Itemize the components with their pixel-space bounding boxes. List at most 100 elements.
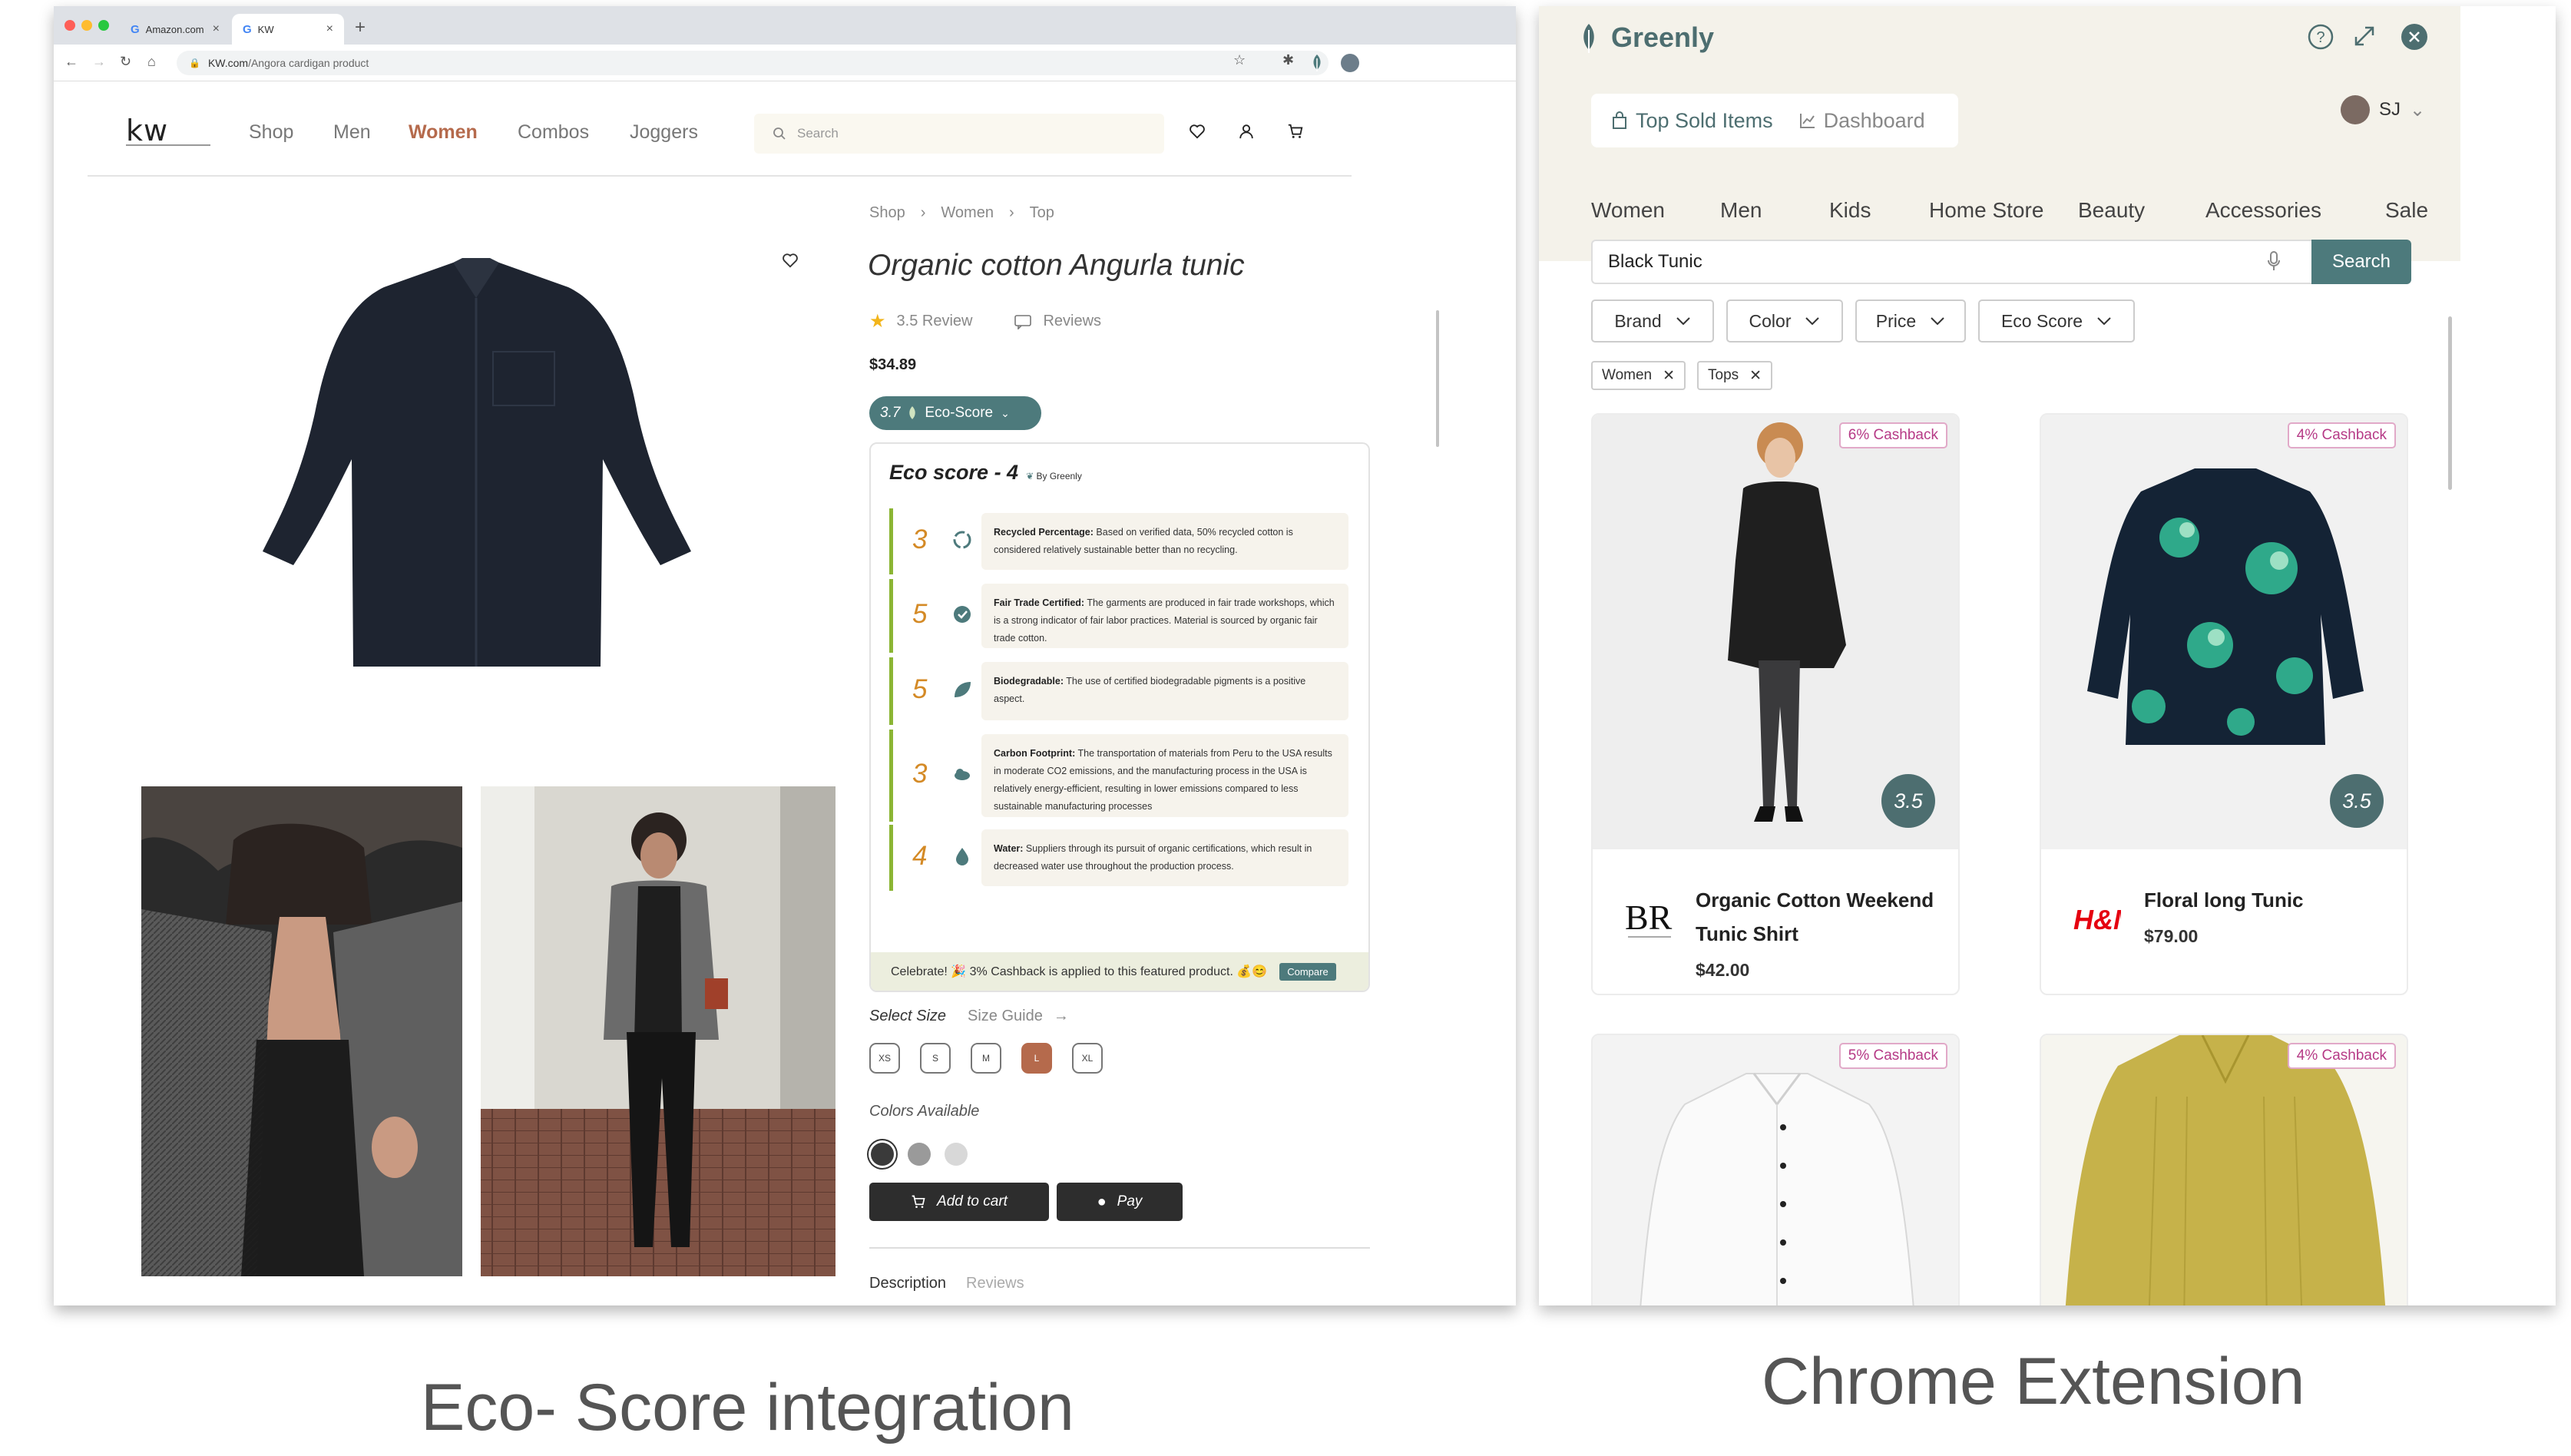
nav-shop[interactable]: Shop	[249, 121, 293, 144]
greenly-brand: Greenly	[1580, 22, 1714, 54]
breadcrumb-women[interactable]: Women	[941, 204, 994, 222]
criterion-title: Recycled Percentage:	[994, 527, 1094, 538]
size-option-m[interactable]: M	[971, 1043, 1001, 1074]
account-user-icon[interactable]	[1238, 123, 1255, 140]
close-icon[interactable]	[2401, 23, 2428, 51]
filter-price[interactable]: Price	[1855, 299, 1966, 342]
eco-score-dropdown[interactable]: 3.7 Eco-Score ⌄	[869, 396, 1041, 430]
color-swatch[interactable]	[945, 1143, 968, 1166]
eco-score-badge[interactable]: 3.5	[1881, 774, 1935, 828]
google-icon: G	[243, 22, 252, 36]
product-card[interactable]: 4% Cashback 3.5 H&M Floral long Tunic $7…	[2040, 413, 2408, 995]
tab-reviews[interactable]: Reviews	[966, 1275, 1024, 1292]
extensions-puzzle-icon[interactable]: ✱	[1282, 52, 1294, 68]
criterion-score: 3	[912, 759, 928, 789]
lifestyle-photo-street[interactable]	[481, 786, 835, 1276]
filter-color[interactable]: Color	[1726, 299, 1843, 342]
nav-joggers[interactable]: Joggers	[630, 121, 698, 144]
site-logo[interactable]: kw	[126, 114, 168, 147]
eco-score-badge[interactable]: 3.5	[2330, 774, 2384, 828]
new-tab-button[interactable]: +	[355, 17, 366, 38]
nav-women[interactable]: Women	[409, 121, 478, 144]
filter-chip[interactable]: Women ✕	[1591, 361, 1686, 390]
product-card[interactable]: 4% Cashback	[2040, 1034, 2408, 1305]
product-card[interactable]: 5% Cashback	[1591, 1034, 1960, 1305]
favorite-heart-icon[interactable]	[782, 252, 799, 269]
microphone-icon[interactable]	[2267, 250, 2281, 272]
product-card[interactable]: 6% Cashback 3.5 BR Organic Cotton Weeken…	[1591, 413, 1960, 995]
extension-search-input[interactable]: Black Tunic	[1591, 240, 2313, 284]
criterion-description: Biodegradable: The use of certified biod…	[981, 662, 1348, 720]
by-greenly-text: By Greenly	[1036, 471, 1082, 481]
tab-top-sold-items[interactable]: Top Sold Items	[1611, 109, 1773, 133]
page-scrollbar[interactable]	[1436, 310, 1439, 447]
product-name[interactable]: Organic Cotton Weekend Tunic Shirt	[1696, 883, 1949, 951]
remove-chip-icon[interactable]: ✕	[1663, 367, 1675, 385]
filter-brand[interactable]: Brand	[1591, 299, 1714, 342]
close-tab-icon[interactable]: ×	[213, 22, 220, 36]
extension-scrollbar[interactable]	[2448, 316, 2452, 490]
profile-avatar[interactable]	[1341, 54, 1359, 72]
greenly-extension-icon[interactable]	[1310, 54, 1324, 72]
category-home-store[interactable]: Home Store	[1929, 198, 2043, 223]
browser-tab-amazon[interactable]: G Amazon.com ×	[120, 14, 230, 45]
lifestyle-photo-closeup[interactable]	[141, 786, 462, 1276]
site-search-input[interactable]: Search	[754, 114, 1164, 154]
remove-chip-icon[interactable]: ✕	[1749, 367, 1762, 385]
compare-button[interactable]: Compare	[1279, 962, 1336, 981]
cart-icon[interactable]	[1287, 123, 1304, 140]
category-accessories[interactable]: Accessories	[2205, 198, 2321, 223]
eco-criterion-row: 3 Carbon Footprint: The transportation of…	[889, 730, 1348, 822]
breadcrumb-shop[interactable]: Shop	[869, 204, 905, 222]
tab-dashboard[interactable]: Dashboard	[1799, 109, 1925, 133]
breadcrumb-top[interactable]: Top	[1030, 204, 1054, 222]
close-window-dot[interactable]	[65, 20, 75, 31]
zoom-window-dot[interactable]	[98, 20, 109, 31]
address-bar-row: ← → ↻ ⌂ 🔒 KW.com/Angora cardigan product…	[54, 45, 1516, 81]
apple-pay-button[interactable]: ● Pay	[1057, 1183, 1183, 1221]
category-kids[interactable]: Kids	[1829, 198, 1871, 223]
user-menu[interactable]: SJ ⌄	[2341, 95, 2425, 124]
product-name[interactable]: Floral long Tunic	[2144, 883, 2397, 917]
browser-tab-kw[interactable]: G KW ×	[232, 14, 344, 45]
size-guide-link[interactable]: Size Guide →	[968, 1008, 1069, 1025]
nav-combos[interactable]: Combos	[518, 121, 589, 144]
forward-arrow-icon[interactable]: →	[92, 54, 106, 70]
score-bar	[889, 579, 893, 653]
category-beauty[interactable]: Beauty	[2078, 198, 2145, 223]
eco-card-heading: Eco score - 4	[889, 461, 1019, 484]
category-men[interactable]: Men	[1720, 198, 1762, 223]
product-main-image[interactable]	[207, 237, 745, 728]
url-field[interactable]: 🔒 KW.com/Angora cardigan product	[177, 51, 1329, 75]
filter-label: Price	[1875, 310, 1917, 331]
size-option-s[interactable]: S	[920, 1043, 951, 1074]
reviews-link[interactable]: Reviews	[1043, 313, 1101, 330]
cloud-icon	[952, 764, 972, 784]
category-women[interactable]: Women	[1591, 198, 1665, 223]
close-tab-icon[interactable]: ×	[326, 22, 333, 36]
reload-icon[interactable]: ↻	[120, 54, 131, 70]
filter-chip[interactable]: Tops ✕	[1697, 361, 1773, 390]
help-icon[interactable]: ?	[2307, 23, 2334, 51]
filter-eco-score[interactable]: Eco Score	[1978, 299, 2135, 342]
filter-label: Color	[1749, 310, 1792, 331]
search-icon	[773, 127, 786, 140]
search-button[interactable]: Search	[2311, 240, 2411, 284]
size-option-xl[interactable]: XL	[1072, 1043, 1103, 1074]
size-option-xs[interactable]: XS	[869, 1043, 900, 1074]
nav-men[interactable]: Men	[333, 121, 371, 144]
minimize-window-dot[interactable]	[81, 20, 92, 31]
eco-criterion-row: 5 Biodegradable: The use of certified bio…	[889, 657, 1348, 725]
expand-icon[interactable]	[2353, 25, 2376, 48]
add-to-cart-button[interactable]: Add to cart	[869, 1183, 1049, 1221]
size-option-l[interactable]: L	[1021, 1043, 1052, 1074]
color-swatch[interactable]	[871, 1143, 894, 1166]
colors-available-label: Colors Available	[869, 1103, 980, 1120]
back-arrow-icon[interactable]: ←	[65, 54, 78, 70]
home-icon[interactable]: ⌂	[147, 54, 156, 70]
tab-description[interactable]: Description	[869, 1275, 946, 1292]
wishlist-heart-icon[interactable]	[1189, 123, 1206, 140]
bookmark-star-icon[interactable]: ☆	[1233, 52, 1246, 68]
color-swatch[interactable]	[908, 1143, 931, 1166]
category-sale[interactable]: Sale	[2385, 198, 2428, 223]
